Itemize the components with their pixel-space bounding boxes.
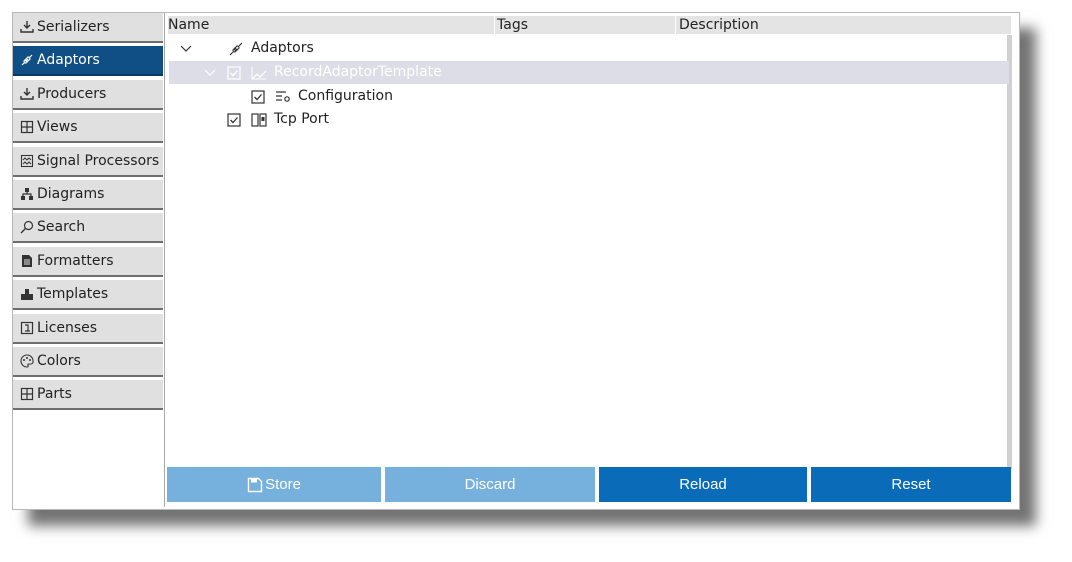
- grid-icon: [19, 386, 35, 402]
- document-icon: [19, 253, 35, 269]
- chevron-down-icon[interactable]: [179, 42, 193, 56]
- sidebar-item-producers[interactable]: Producers: [13, 80, 163, 110]
- store-button[interactable]: Store: [167, 467, 383, 502]
- download-tray-icon: [19, 19, 35, 35]
- settings-list-icon: [276, 90, 290, 102]
- column-header-description[interactable]: Description: [675, 16, 1011, 34]
- discard-button[interactable]: Discard: [385, 467, 597, 502]
- sidebar-item-label: Views: [37, 119, 78, 135]
- sidebar-item-adaptors[interactable]: Adaptors: [13, 46, 163, 76]
- license-icon: [19, 320, 35, 336]
- discard-button-label: Discard: [464, 476, 516, 493]
- sidebar-item-parts[interactable]: Parts: [13, 380, 163, 410]
- column-header-tags[interactable]: Tags: [494, 16, 674, 34]
- plug-icon: [229, 42, 243, 55]
- reload-button[interactable]: Reload: [599, 467, 809, 502]
- sidebar-item-label: Serializers: [37, 19, 110, 35]
- download-tray-icon: [19, 86, 35, 102]
- sidebar-item-label: Colors: [37, 353, 81, 369]
- hierarchy-icon: [19, 186, 35, 202]
- sidebar-item-colors[interactable]: Colors: [13, 347, 163, 377]
- checkbox-checked-icon[interactable]: [227, 65, 241, 80]
- line-chart-icon: [251, 66, 267, 79]
- sidebar-item-label: Parts: [37, 386, 72, 402]
- tree-row-record-adaptor-template[interactable]: RecordAdaptorTemplate: [169, 61, 1009, 84]
- reset-button-label: Reset: [891, 476, 931, 493]
- tree-row-label: Configuration: [298, 88, 393, 104]
- sidebar-item-search[interactable]: Search: [13, 213, 163, 243]
- save-icon: [247, 477, 263, 492]
- tree-row-label: Tcp Port: [274, 111, 329, 127]
- app-window: Serializers Adaptors Producers Views Sig…: [12, 12, 1020, 510]
- sidebar: Serializers Adaptors Producers Views Sig…: [13, 13, 165, 507]
- column-header-name[interactable]: Name: [168, 16, 493, 34]
- palette-icon: [19, 353, 35, 369]
- sidebar-item-templates[interactable]: Templates: [13, 280, 163, 310]
- sidebar-item-label: Adaptors: [37, 52, 100, 68]
- sidebar-item-label: Diagrams: [37, 186, 105, 202]
- reset-button[interactable]: Reset: [811, 467, 1011, 502]
- store-button-label: Store: [265, 476, 301, 493]
- tree-row-configuration[interactable]: Configuration: [169, 85, 1009, 108]
- sidebar-item-views[interactable]: Views: [13, 113, 163, 143]
- sidebar-item-label: Search: [37, 219, 86, 235]
- chevron-down-icon[interactable]: [203, 66, 217, 80]
- stamp-icon: [19, 286, 35, 302]
- sidebar-item-serializers[interactable]: Serializers: [13, 13, 163, 43]
- button-bar: Store Discard Reload Reset: [167, 467, 1011, 502]
- sidebar-item-label: Templates: [37, 286, 109, 302]
- plug-icon: [19, 52, 35, 68]
- sidebar-item-signal-processors[interactable]: Signal Processors: [13, 147, 163, 177]
- sidebar-item-label: Formatters: [37, 253, 114, 269]
- signal-chart-icon: [19, 153, 35, 169]
- checkbox-checked-icon[interactable]: [251, 89, 265, 104]
- sidebar-item-label: Licenses: [37, 320, 98, 336]
- search-icon: [19, 219, 35, 235]
- tree-row-tcp-port[interactable]: Tcp Port: [169, 108, 1009, 131]
- tree-row-label: Adaptors: [251, 40, 314, 56]
- checkbox-checked-icon[interactable]: [227, 112, 241, 127]
- grid-icon: [19, 119, 35, 135]
- table-header: Name Tags Description: [168, 16, 1011, 34]
- sidebar-item-licenses[interactable]: Licenses: [13, 314, 163, 344]
- reload-button-label: Reload: [679, 476, 727, 493]
- sidebar-item-formatters[interactable]: Formatters: [13, 247, 163, 277]
- main-panel: Name Tags Description Adaptors RecordAda…: [166, 13, 1012, 507]
- sidebar-item-label: Producers: [37, 86, 107, 102]
- port-icon: [251, 112, 267, 127]
- sidebar-item-diagrams[interactable]: Diagrams: [13, 180, 163, 210]
- sidebar-item-label: Signal Processors: [37, 153, 160, 169]
- tree-row-label: RecordAdaptorTemplate: [274, 64, 442, 80]
- tree-row-adaptors[interactable]: Adaptors: [169, 37, 1009, 60]
